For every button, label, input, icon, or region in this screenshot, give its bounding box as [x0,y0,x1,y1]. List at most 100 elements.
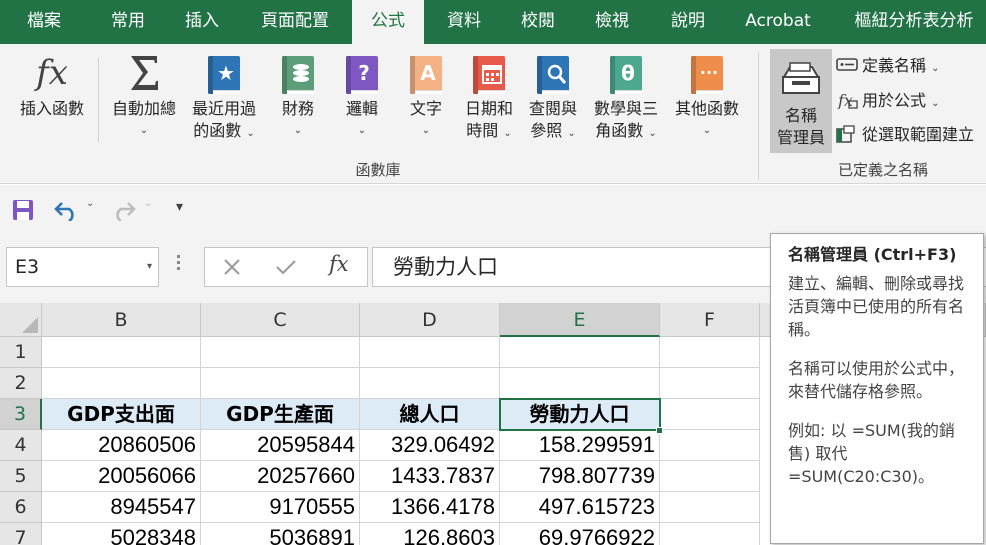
column-header-d[interactable]: D [360,303,500,337]
lookup-reference-button[interactable]: 查閱與 參照 ⌄ [522,50,584,145]
cell-b3[interactable]: GDP支出面 [42,399,201,430]
tab-pivot-analyze[interactable]: 樞紐分析表分析 [842,0,986,44]
name-manager-icon [782,62,820,94]
tooltip-usage: 名稱可以使用於公式中，來替代儲存格參照。 [788,359,965,401]
cell-b6[interactable]: 8945547 [42,492,201,523]
cell-d6[interactable]: 1366.4178 [360,492,500,523]
formula-bar-grip[interactable] [177,255,181,279]
tab-insert[interactable]: 插入 [174,0,230,44]
name-manager-label-2: 管理員 [776,128,825,147]
cell-b1[interactable] [42,337,201,368]
recently-used-button[interactable]: ★ 最近用過 的函數 ⌄ [186,50,262,145]
cell-b4[interactable]: 20860506 [42,430,201,461]
cell-d4[interactable]: 329.06492 [360,430,500,461]
date-time-label-2: 時間 ⌄ [466,121,512,140]
row-header-5[interactable]: 5 [0,461,42,492]
text-button[interactable]: A 文字 ⌄ [398,50,454,142]
insert-function-button[interactable]: fx 插入函數 [10,50,94,120]
row-header-6[interactable]: 6 [0,492,42,523]
cell-c1[interactable] [201,337,360,368]
row-header-7[interactable]: 7 [0,523,42,545]
create-from-selection-button[interactable]: 從選取範圍建立 [836,122,974,148]
create-from-selection-icon [836,125,855,143]
tab-help[interactable]: 說明 [660,0,716,44]
name-box[interactable]: E3 ▾ [6,247,159,287]
define-name-button[interactable]: 定義名稱 ⌄ [836,53,940,79]
date-time-button[interactable]: 日期和 時間 ⌄ [458,50,520,145]
cell-d3[interactable]: 總人口 [360,399,500,430]
redo-dropdown-icon[interactable]: ⌄ [144,198,152,209]
name-manager-button[interactable]: 名稱 管理員 [770,49,832,153]
row-header-1[interactable]: 1 [0,337,42,368]
cell-c6[interactable]: 9170555 [201,492,360,523]
customize-qat-icon[interactable]: ▾ [176,199,183,215]
tab-review[interactable]: 校閱 [510,0,566,44]
math-trig-button[interactable]: θ 數學與三 角函數 ⌄ [588,50,664,145]
select-all-button[interactable] [0,303,42,337]
cell-e4[interactable]: 158.299591 [500,430,660,461]
undo-dropdown-icon[interactable]: ⌄ [86,198,94,209]
column-header-e[interactable]: E [500,303,660,337]
tab-formulas[interactable]: 公式 [352,0,424,44]
financial-button[interactable]: 財務 ⌄ [270,50,326,142]
tab-file[interactable]: 檔案 [0,0,88,44]
cell-c2[interactable] [201,368,360,399]
column-header-b[interactable]: B [42,303,201,337]
cell-b2[interactable] [42,368,201,399]
cell-e5[interactable]: 798.807739 [500,461,660,492]
insert-function-fx-icon[interactable]: fx [329,252,349,276]
cell-f6[interactable] [660,492,760,523]
cell-f5[interactable] [660,461,760,492]
cell-f2[interactable] [660,368,760,399]
tab-page-layout[interactable]: 頁面配置 [250,0,340,44]
chevron-down-icon[interactable]: ▾ [147,248,152,286]
tab-data[interactable]: 資料 [436,0,492,44]
cancel-icon[interactable] [223,258,241,276]
cell-f7[interactable] [660,523,760,545]
cell-f3[interactable] [660,399,760,430]
coins-book-icon [278,50,318,96]
cell-c4[interactable]: 20595844 [201,430,360,461]
row-header-3[interactable]: 3 [0,399,42,430]
autosum-button[interactable]: 自動加總 ⌄ [104,50,184,142]
create-from-selection-label: 從選取範圍建立 [862,125,975,144]
cell-c7[interactable]: 5036891 [201,523,360,545]
column-header-f[interactable]: F [660,303,760,337]
logical-button[interactable]: ? 邏輯 ⌄ [334,50,390,142]
cell-e6[interactable]: 497.615723 [500,492,660,523]
save-icon[interactable] [12,199,34,221]
row-header-4[interactable]: 4 [0,430,42,461]
cell-d7[interactable]: 126.8603 [360,523,500,545]
math-trig-label-1: 數學與三 [593,99,658,118]
letter-a-book-icon: A [406,50,446,96]
magnifier-book-icon [533,50,573,96]
cell-f1[interactable] [660,337,760,368]
cell-e1[interactable] [500,337,660,368]
fill-handle[interactable] [656,427,663,434]
chevron-down-icon: ⌄ [293,125,303,136]
cell-d2[interactable] [360,368,500,399]
tab-acrobat[interactable]: Acrobat [736,0,820,44]
cell-c3[interactable]: GDP生產面 [201,399,360,430]
cell-d5[interactable]: 1433.7837 [360,461,500,492]
undo-icon[interactable] [54,199,80,221]
cell-b5[interactable]: 20056066 [42,461,201,492]
use-in-formula-button[interactable]: fx 用於公式 ⌄ [836,88,940,114]
cell-b7[interactable]: 5028348 [42,523,201,545]
redo-icon[interactable] [110,199,136,221]
check-icon[interactable] [275,258,297,276]
lookup-reference-label-1: 查閱與 [528,99,577,118]
cell-c5[interactable]: 20257660 [201,461,360,492]
cell-d1[interactable] [360,337,500,368]
cell-e7[interactable]: 69.9766922 [500,523,660,545]
tooltip-description: 建立、編輯、刪除或尋找活頁簿中已使用的所有名稱。 [788,274,965,339]
row-header-2[interactable]: 2 [0,368,42,399]
column-header-c[interactable]: C [201,303,360,337]
cell-e2[interactable] [500,368,660,399]
tab-view[interactable]: 檢視 [584,0,640,44]
tooltip-example: 例如: 以 =SUM(我的銷售) 取代 =SUM(C20:C30)。 [788,421,955,486]
defined-names-group-label: 已定義之名稱 [837,161,928,179]
tab-home[interactable]: 常用 [100,0,156,44]
cell-f4[interactable] [660,430,760,461]
more-functions-button[interactable]: ··· 其他函數 ⌄ [668,50,746,142]
